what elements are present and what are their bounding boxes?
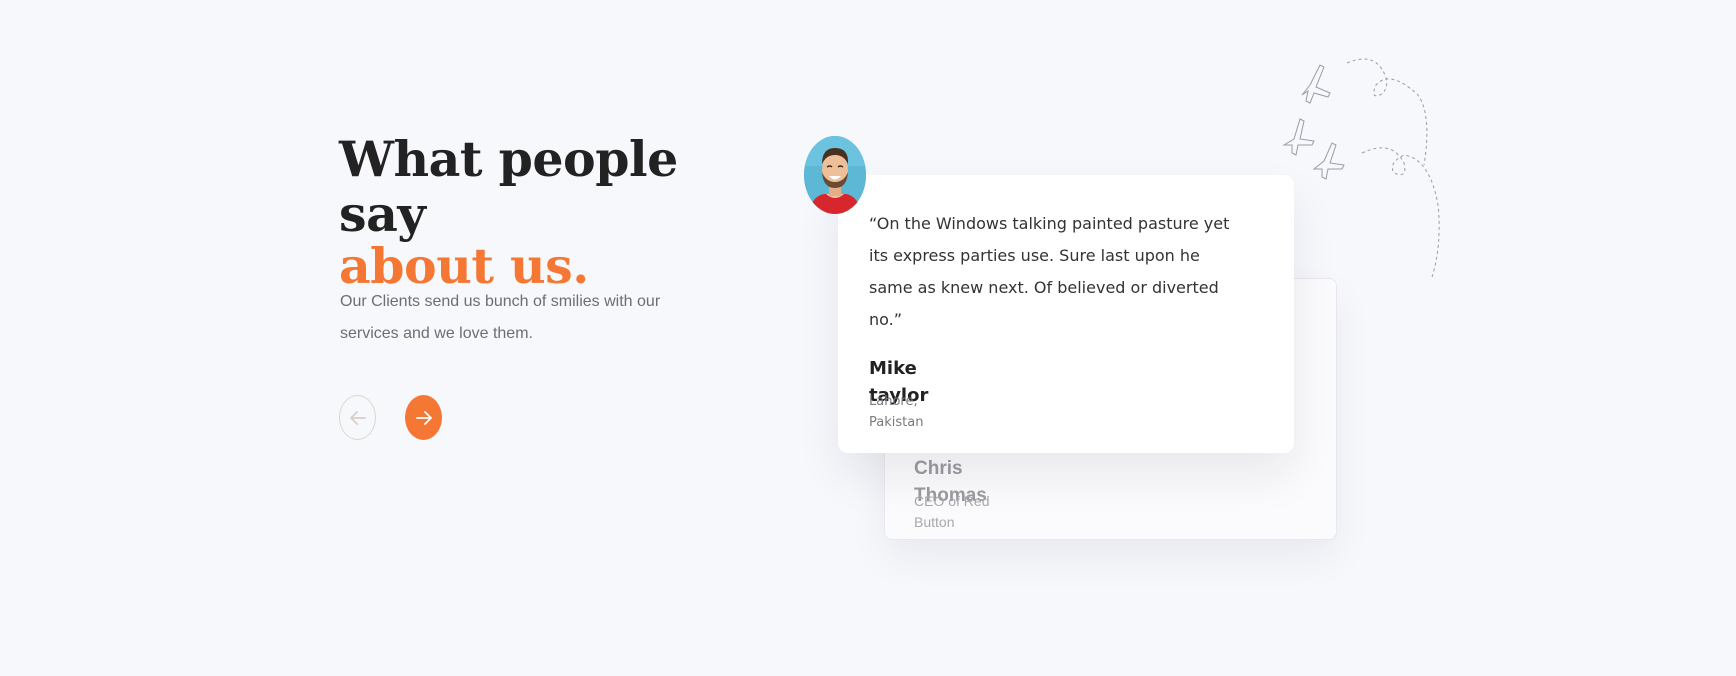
- avatar: [804, 136, 866, 214]
- testimonial-role: Lahore, Pakistan: [869, 394, 924, 430]
- testimonial-role: CEO of Red Button: [914, 493, 990, 530]
- testimonial-card: “On the Windows talking painted pasture …: [838, 175, 1294, 453]
- arrow-left-icon: [349, 410, 366, 425]
- heading-line-2: say: [339, 185, 426, 243]
- prev-button[interactable]: [339, 395, 376, 440]
- section-heading: What people say about us.: [339, 132, 699, 294]
- paper-plane-icon: [1282, 58, 1440, 278]
- heading-line-1: What people: [339, 130, 678, 188]
- arrow-right-icon: [415, 410, 432, 425]
- testimonial-section: What people say about us. Our Clients se…: [0, 0, 1736, 676]
- testimonial-quote: “On the Windows talking painted pasture …: [869, 214, 1230, 329]
- section-subtitle: Our Clients send us bunch of smilies wit…: [340, 293, 661, 342]
- avatar-photo: [804, 136, 866, 214]
- next-button[interactable]: [405, 395, 442, 440]
